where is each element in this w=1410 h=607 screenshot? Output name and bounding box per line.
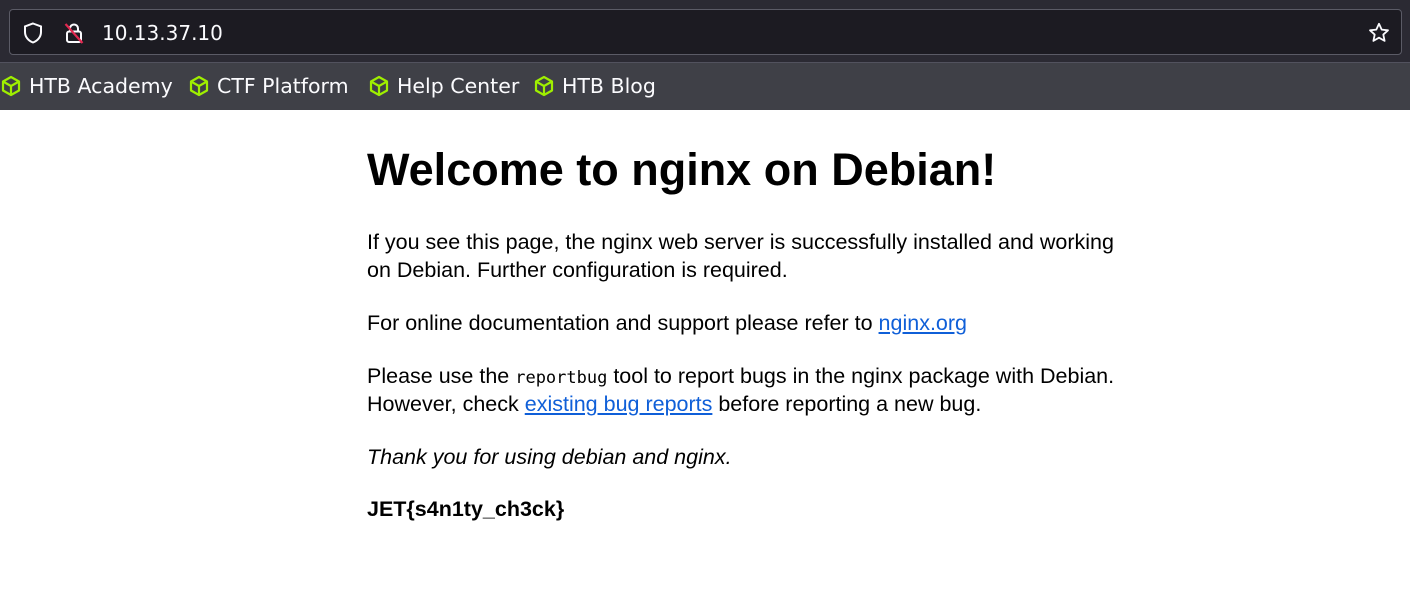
intro-line-1: If you see this page, the nginx web serv…: [367, 230, 1114, 254]
docs-paragraph: For online documentation and support ple…: [367, 309, 967, 337]
check-pre: However, check: [367, 392, 525, 416]
htb-cube-icon: [188, 75, 210, 97]
bookmarks-bar: HTB Academy CTF Platform Help Center HTB…: [0, 62, 1410, 110]
bookmark-help-center[interactable]: Help Center: [368, 72, 519, 100]
thanks-text: Thank you for using debian and nginx.: [367, 445, 732, 469]
reportbug-code: reportbug: [515, 368, 608, 388]
bookmark-label: CTF Platform: [217, 74, 349, 98]
url-text[interactable]: 10.13.37.10: [102, 21, 223, 45]
flag-text: JET{s4n1ty_ch3ck}: [367, 497, 565, 521]
bookmark-htb-academy[interactable]: HTB Academy: [0, 72, 173, 100]
docs-text: For online documentation and support ple…: [367, 311, 879, 335]
check-post: before reporting a new bug.: [712, 392, 982, 416]
intro-line-2: on Debian. Further configuration is requ…: [367, 258, 788, 282]
htb-cube-icon: [533, 75, 555, 97]
bookmark-label: HTB Blog: [562, 74, 656, 98]
existing-bug-reports-link[interactable]: existing bug reports: [525, 392, 713, 416]
reportbug-post: tool to report bugs in the nginx package…: [607, 364, 1115, 388]
insecure-lock-icon[interactable]: [62, 21, 86, 45]
reportbug-pre: Please use the: [367, 364, 516, 388]
url-bar[interactable]: 10.13.37.10: [9, 9, 1402, 55]
htb-cube-icon: [0, 75, 22, 97]
browser-chrome: 10.13.37.10 HTB Academy CTF Platform Hel…: [0, 0, 1410, 110]
reportbug-line-2: However, check existing bug reports befo…: [367, 390, 981, 418]
bookmark-label: Help Center: [397, 74, 520, 98]
reportbug-line-1: Please use the reportbug tool to report …: [367, 362, 1114, 392]
nginx-org-link[interactable]: nginx.org: [879, 311, 967, 335]
htb-cube-icon: [368, 75, 390, 97]
bookmark-ctf-platform[interactable]: CTF Platform: [188, 72, 349, 100]
toolbar: 10.13.37.10: [0, 0, 1410, 62]
bookmark-star-icon[interactable]: [1367, 21, 1391, 45]
bookmark-htb-blog[interactable]: HTB Blog: [533, 72, 656, 100]
page-title: Welcome to nginx on Debian!: [367, 144, 997, 195]
bookmark-label: HTB Academy: [29, 74, 173, 98]
shield-icon[interactable]: [21, 21, 45, 45]
